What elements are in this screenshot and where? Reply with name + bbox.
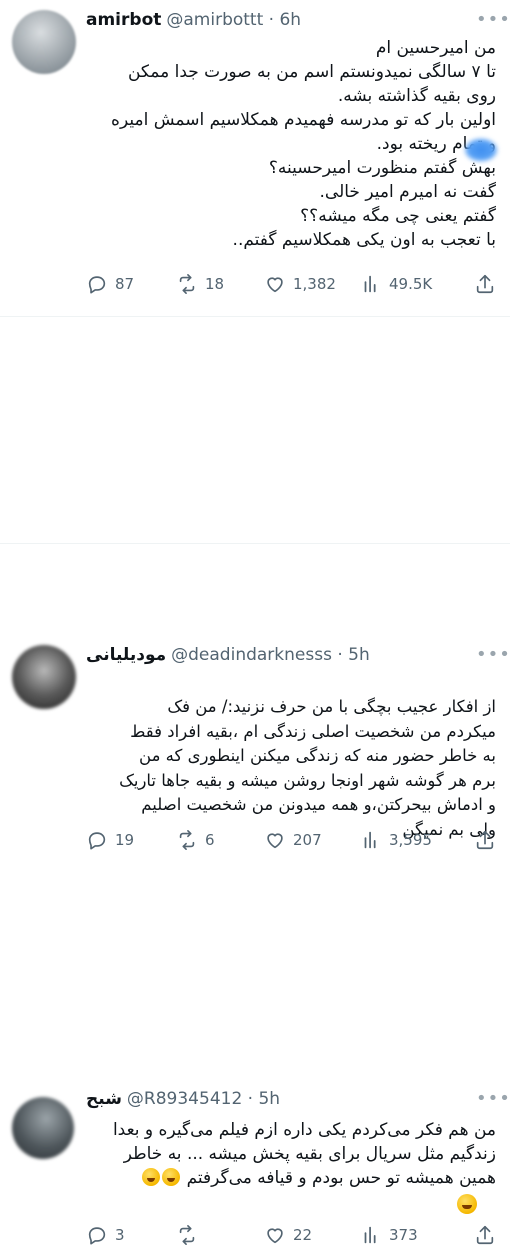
- reply-count: 87: [115, 275, 135, 293]
- retweet-count: 18: [205, 275, 225, 293]
- more-icon[interactable]: •••: [476, 10, 510, 30]
- view-count: 49.5K: [389, 275, 433, 293]
- views-icon: [364, 275, 376, 293]
- share-button[interactable]: [474, 1224, 496, 1246]
- like-icon: [267, 277, 283, 293]
- avatar[interactable]: [12, 1097, 74, 1159]
- views-button[interactable]: 3,595: [360, 829, 460, 851]
- retweet-button[interactable]: [176, 1224, 264, 1246]
- views-button[interactable]: 49.5K: [360, 273, 460, 295]
- redaction-mark: [464, 138, 498, 162]
- reply-icon: [88, 276, 106, 294]
- like-count: 207: [293, 831, 322, 849]
- reply-icon: [88, 832, 106, 850]
- tweet-text: من امیرحسین ام تا ۷ سالگی نمیدونستم اسم …: [111, 38, 496, 250]
- tweet-actions: 19 6 207 3,595: [86, 828, 496, 852]
- like-button[interactable]: 1,382: [264, 273, 360, 295]
- reply-icon: [88, 1227, 106, 1245]
- retweet-count: 6: [205, 831, 215, 849]
- like-button[interactable]: 207: [264, 829, 360, 851]
- view-count: 3,595: [389, 831, 432, 849]
- views-icon: [364, 831, 376, 849]
- tweet-actions: 87 18 1,382 49.5K: [86, 272, 496, 296]
- share-icon: [476, 1225, 494, 1245]
- tweet-2[interactable]: مودیلیانی @deadindarknesss · 5h ••• از ا…: [0, 317, 510, 850]
- share-icon: [476, 274, 494, 294]
- retweet-button[interactable]: 6: [176, 829, 264, 851]
- tweet-header: شبح @R89345412 · 5h: [86, 1087, 474, 1111]
- like-count: 1,382: [293, 275, 336, 293]
- views-button[interactable]: 373: [360, 1224, 460, 1246]
- retweet-icon: [179, 830, 195, 850]
- tweet-text: من هم فکر می‌کردم یکی داره ازم فیلم می‌گ…: [86, 1118, 496, 1190]
- retweet-button[interactable]: 18: [176, 273, 264, 295]
- share-button[interactable]: [474, 273, 496, 295]
- views-icon: [364, 1226, 376, 1244]
- tweet-header: amirbot @amirbottt · 6h: [86, 8, 474, 32]
- share-icon: [476, 830, 494, 850]
- like-button[interactable]: 22: [264, 1224, 360, 1246]
- handle-and-time[interactable]: @R89345412 · 5h: [127, 1089, 280, 1109]
- rofl-emoji-icon: [142, 1168, 161, 1186]
- rofl-emoji-icon: [457, 1194, 477, 1214]
- reply-count: 19: [115, 831, 135, 849]
- tweet-3[interactable]: شبح @R89345412 · 5h ••• من هم فکر می‌کرد…: [0, 544, 510, 1245]
- reply-button[interactable]: 19: [86, 829, 176, 851]
- avatar[interactable]: [12, 10, 76, 74]
- like-icon: [267, 1228, 283, 1244]
- tweet-1[interactable]: amirbot @amirbottt · 6h ••• من امیرحسین …: [0, 0, 510, 317]
- retweet-icon: [179, 274, 195, 294]
- like-icon: [267, 833, 283, 849]
- view-count: 373: [389, 1226, 418, 1244]
- display-name[interactable]: amirbot: [86, 10, 161, 30]
- reply-count: 3: [115, 1226, 125, 1244]
- retweet-icon: [179, 1225, 195, 1245]
- share-button[interactable]: [474, 829, 496, 851]
- handle-and-time[interactable]: @amirbottt · 6h: [166, 10, 301, 30]
- display-name[interactable]: شبح: [86, 1089, 122, 1109]
- rofl-emoji-icon: [162, 1168, 181, 1186]
- like-count: 22: [293, 1226, 313, 1244]
- reply-button[interactable]: 87: [86, 273, 176, 295]
- reply-button[interactable]: 3: [86, 1224, 176, 1246]
- tweet-actions: 3 22 373: [86, 1223, 496, 1247]
- more-icon[interactable]: •••: [476, 1089, 510, 1109]
